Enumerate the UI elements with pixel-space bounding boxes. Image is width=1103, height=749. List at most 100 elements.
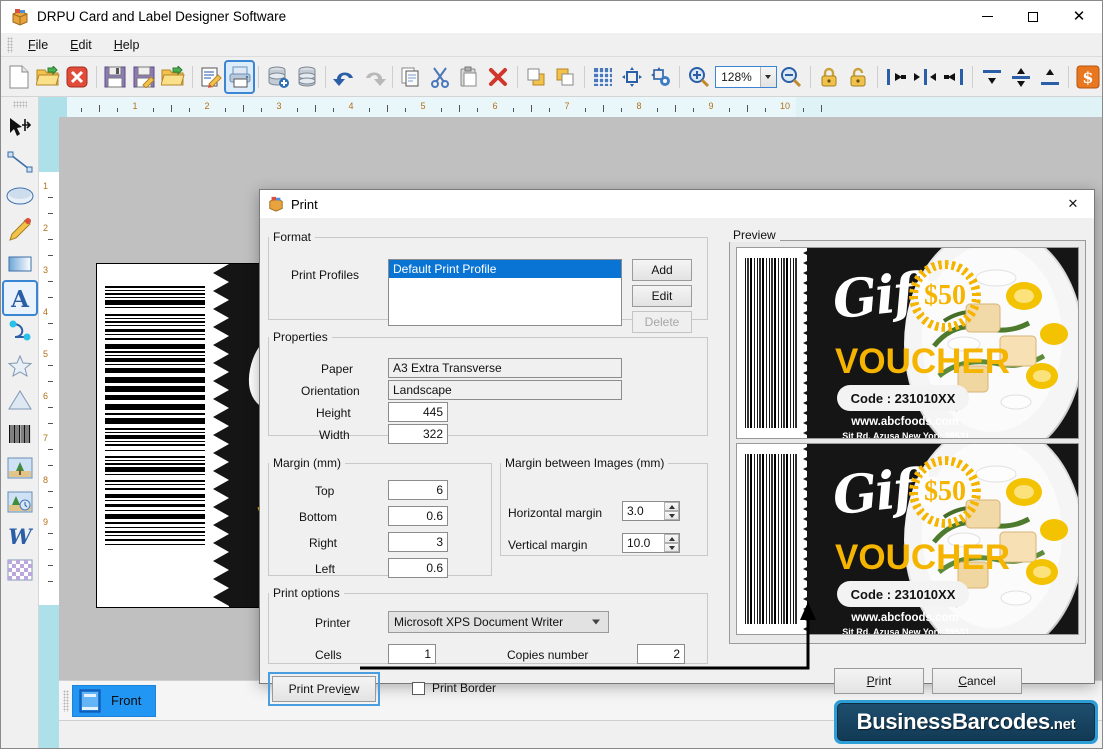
database-icon[interactable]	[293, 62, 320, 92]
select-move-tool-icon[interactable]	[4, 112, 36, 144]
print-profile-item-selected[interactable]: Default Print Profile	[389, 260, 621, 278]
new-document-icon[interactable]	[6, 62, 33, 92]
redo-icon[interactable]	[360, 62, 387, 92]
menu-grip-handle[interactable]	[7, 36, 13, 53]
database-add-icon[interactable]	[264, 62, 291, 92]
print-border-checkbox[interactable]	[412, 681, 425, 695]
currency-icon[interactable]: $	[1074, 62, 1101, 92]
margin-bottom-field[interactable]: 0.6	[388, 506, 448, 526]
edit-document-icon[interactable]	[198, 62, 225, 92]
undo-icon[interactable]	[331, 62, 358, 92]
align-left-icon[interactable]	[883, 62, 910, 92]
align-bottom-icon[interactable]	[1036, 62, 1063, 92]
print-dialog-icon	[268, 196, 284, 212]
width-field[interactable]: 322	[388, 424, 448, 444]
text-tool-icon[interactable]: A	[1, 280, 38, 316]
horizontal-margin-down-icon[interactable]	[664, 511, 679, 520]
copies-number-field[interactable]: 2	[637, 644, 685, 664]
vertical-margin-spinner[interactable]: 10.0	[622, 533, 680, 553]
line-tool-icon[interactable]	[4, 146, 36, 178]
cut-icon[interactable]	[427, 62, 454, 92]
toolbox-grip-handle[interactable]	[12, 101, 27, 108]
orientation-field[interactable]: Landscape	[388, 380, 622, 400]
height-field[interactable]: 445	[388, 402, 448, 422]
zoom-level-input[interactable]: 128%	[715, 65, 777, 88]
object-settings-icon[interactable]	[647, 62, 674, 92]
margin-top-field[interactable]: 6	[388, 480, 448, 500]
zoom-out-icon[interactable]	[778, 62, 805, 92]
curve-tool-icon[interactable]	[4, 316, 36, 348]
print-border-checkbox-row[interactable]: Print Border	[412, 681, 496, 695]
page-tab-grip-handle[interactable]	[63, 689, 69, 712]
vertical-margin-down-icon[interactable]	[664, 543, 679, 552]
horizontal-margin-up-icon[interactable]	[664, 502, 679, 511]
bring-to-front-icon[interactable]	[523, 62, 550, 92]
edit-profile-button[interactable]: Edit	[632, 285, 692, 307]
horizontal-margin-spinner[interactable]: 3.0	[622, 501, 680, 521]
window-controls: ✕	[964, 1, 1102, 33]
horizontal-ruler[interactable]: 1 2 3 4 5 6 7 8 9 10	[59, 97, 1102, 117]
delete-icon[interactable]	[485, 62, 512, 92]
image-tool-icon[interactable]	[4, 452, 36, 484]
printer-select[interactable]: Microsoft XPS Document Writer	[388, 611, 609, 633]
lock-icon[interactable]	[816, 62, 843, 92]
cells-field[interactable]: 1	[388, 644, 436, 664]
print-dialog: Print ✕ Format Print Profiles Default Pr…	[259, 189, 1095, 706]
preview-voucher-2[interactable]: Gift $50 VOUCHER Code : 231010XX www.abc…	[736, 443, 1079, 635]
align-object-icon[interactable]	[618, 62, 645, 92]
close-button[interactable]: ✕	[1056, 1, 1102, 33]
align-top-icon[interactable]	[978, 62, 1005, 92]
close-document-icon[interactable]	[64, 62, 91, 92]
triangle-tool-icon[interactable]	[4, 384, 36, 416]
horizontal-margin-stepper[interactable]	[664, 502, 679, 520]
export-folder-icon[interactable]	[160, 62, 187, 92]
toolbar-separator	[583, 65, 585, 88]
save-as-icon[interactable]	[131, 62, 158, 92]
vertical-margin-stepper[interactable]	[664, 534, 679, 552]
menu-edit-rest: dit	[78, 37, 92, 52]
pencil-tool-icon[interactable]	[4, 214, 36, 246]
paper-label: Paper	[321, 362, 354, 376]
print-profiles-listbox[interactable]: Default Print Profile	[388, 259, 622, 326]
vertical-margin-up-icon[interactable]	[664, 534, 679, 543]
barcode-object[interactable]	[105, 284, 205, 577]
watermark-tool-icon[interactable]	[4, 486, 36, 518]
add-profile-button[interactable]: Add	[632, 259, 692, 281]
menu-item-edit[interactable]: Edit	[59, 35, 103, 55]
align-center-horizontal-icon[interactable]	[911, 62, 938, 92]
svg-text:W: W	[8, 524, 33, 548]
ellipse-tool-icon[interactable]	[4, 180, 36, 212]
print-preview-button[interactable]: Print Preview	[268, 672, 380, 706]
margin-right-field[interactable]: 3	[388, 532, 448, 552]
save-icon[interactable]	[102, 62, 129, 92]
menu-item-help[interactable]: Help	[103, 35, 151, 55]
paste-icon[interactable]	[456, 62, 483, 92]
print-button[interactable]: Print	[834, 668, 924, 694]
print-preview-panel[interactable]: Gift $50 VOUCHER Code : 231010XX www.abc…	[729, 240, 1086, 644]
open-folder-icon[interactable]	[35, 62, 62, 92]
align-middle-vertical-icon[interactable]	[1007, 62, 1034, 92]
page-tab-front[interactable]: Front	[72, 684, 157, 717]
rectangle-tool-icon[interactable]	[4, 248, 36, 280]
vertical-ruler[interactable]: 1 2 3 4 5 6 7 8 9	[39, 97, 59, 748]
menu-item-file[interactable]: File	[17, 35, 59, 55]
minimize-button[interactable]	[964, 1, 1010, 33]
send-to-back-icon[interactable]	[552, 62, 579, 92]
word-art-tool-icon[interactable]: W	[4, 520, 36, 552]
align-right-icon[interactable]	[940, 62, 967, 92]
copy-icon[interactable]	[398, 62, 425, 92]
pattern-tool-icon[interactable]	[4, 554, 36, 586]
star-tool-icon[interactable]	[4, 350, 36, 382]
barcode-tool-icon[interactable]	[4, 418, 36, 450]
margin-left-field[interactable]: 0.6	[388, 558, 448, 578]
print-dialog-close-icon[interactable]: ✕	[1052, 190, 1094, 218]
grid-icon[interactable]	[589, 62, 616, 92]
paper-field[interactable]: A3 Extra Transverse	[388, 358, 622, 378]
preview-voucher-1[interactable]: Gift $50 VOUCHER Code : 231010XX www.abc…	[736, 247, 1079, 439]
zoom-in-icon[interactable]	[685, 62, 712, 92]
cancel-button[interactable]: Cancel	[932, 668, 1022, 694]
maximize-button[interactable]	[1010, 1, 1056, 33]
print-icon[interactable]	[224, 59, 256, 94]
unlock-icon[interactable]	[845, 62, 872, 92]
zoom-dropdown-arrow[interactable]	[759, 66, 776, 87]
